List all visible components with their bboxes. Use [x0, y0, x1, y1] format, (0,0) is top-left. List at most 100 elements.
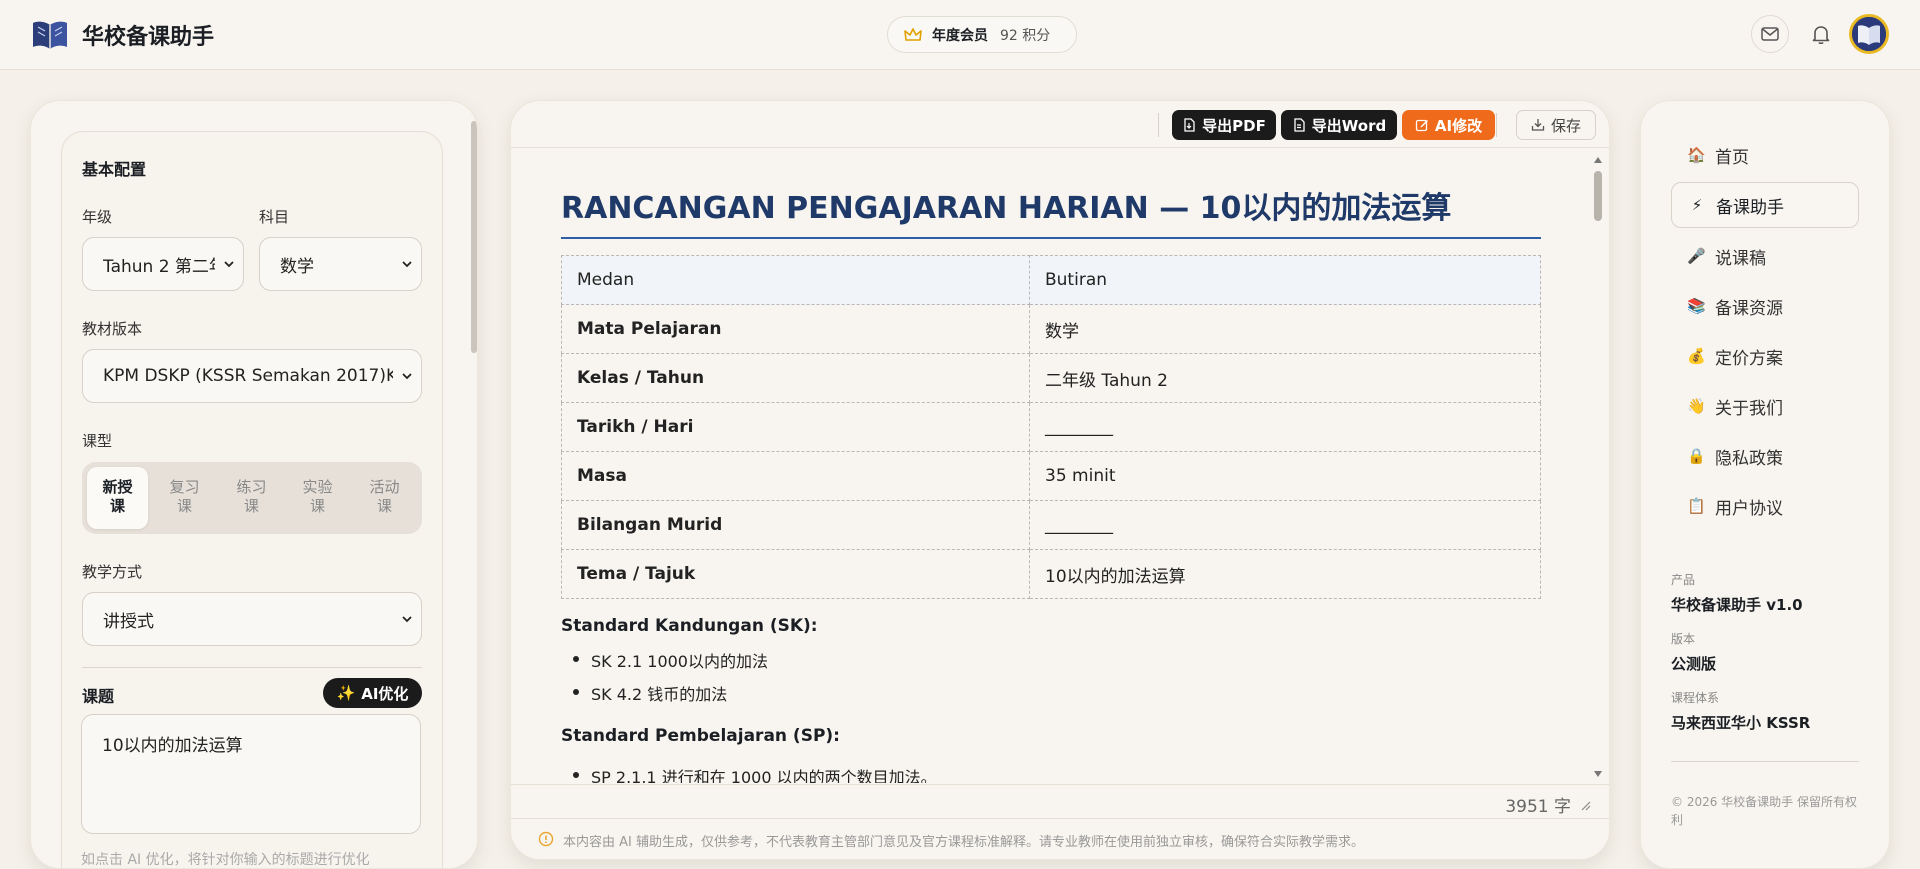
bell-icon[interactable]	[1809, 22, 1833, 46]
subject-label: 科目	[259, 208, 290, 226]
ai-optimize-button[interactable]: ✨ AI优化	[323, 678, 422, 708]
ai-optimize-label: AI优化	[361, 684, 409, 703]
document-title: RANCANGAN PENGAJARAN HARIAN — 10以内的加法运算	[561, 183, 1541, 239]
textbook-select-value: KPM DSKP (KSSR Semakan 2017)KPM DSKP	[103, 366, 393, 386]
nav-item-label: 说课稿	[1715, 248, 1766, 269]
chevron-down-icon	[224, 261, 234, 268]
export-word-label: 导出Word	[1311, 116, 1387, 135]
export-word-button[interactable]: 导出Word	[1281, 110, 1397, 140]
nav-item-lecture-script[interactable]: 🎤 说课稿	[1671, 233, 1859, 279]
save-label: 保存	[1550, 116, 1581, 135]
lesson-type-practice-line2: 课	[243, 497, 259, 515]
file-pdf-icon	[1184, 118, 1195, 132]
ai-edit-button[interactable]: AI修改	[1402, 110, 1495, 140]
nav-item-terms[interactable]: 📋 用户协议	[1671, 483, 1859, 529]
sp-item: SP 2.1.1 进行和在 1000 以内的两个数目加法。	[573, 764, 937, 783]
subject-select-value: 数学	[280, 256, 314, 277]
nav-item-label: 定价方案	[1715, 348, 1783, 369]
sparkle-icon: ✨	[336, 684, 356, 702]
nav-panel: 🏠 首页 ⚡ 备课助手 🎤 说课稿 📚 备课资源 💰 定价方案 👋 关于我们 🔒…	[1640, 100, 1890, 869]
nav-item-pricing[interactable]: 💰 定价方案	[1671, 333, 1859, 379]
brand[interactable]: 华校备课助手	[30, 15, 214, 55]
lesson-type-new[interactable]: 新授 课	[87, 467, 148, 529]
chevron-down-icon	[402, 261, 412, 268]
save-button[interactable]: 保存	[1516, 110, 1596, 140]
resize-grip-icon[interactable]	[1579, 799, 1591, 811]
table-row: Tema / Tajuk 10以内的加法运算	[561, 549, 1541, 599]
nav-item-label: 首页	[1715, 147, 1749, 168]
document-scrollbar[interactable]	[1591, 151, 1605, 781]
teaching-method-value: 讲授式	[103, 611, 154, 632]
nav-item-label: 备课助手	[1716, 197, 1784, 218]
scroll-thumb[interactable]	[1594, 171, 1602, 221]
nav-item-label: 备课资源	[1715, 298, 1783, 319]
lesson-type-review[interactable]: 复习 课	[154, 467, 215, 529]
textbook-select[interactable]: KPM DSKP (KSSR Semakan 2017)KPM DSKP	[82, 349, 422, 403]
divider	[82, 667, 422, 668]
version-label: 版本	[1671, 632, 1696, 646]
toolbar-separator	[1158, 113, 1159, 137]
nav-item-about[interactable]: 👋 关于我们	[1671, 383, 1859, 429]
chevron-down-icon	[402, 373, 412, 380]
toolbar-separator	[1496, 113, 1497, 137]
points-count: 92 积分	[1000, 27, 1051, 44]
scroll-up-icon[interactable]	[1593, 155, 1603, 165]
version-value: 公测版	[1671, 655, 1717, 673]
lesson-type-experiment-line2: 课	[309, 497, 325, 515]
grade-select[interactable]: Tahun 2 第二年级	[82, 237, 244, 291]
lock-icon: 🔒	[1687, 447, 1706, 465]
nav-item-lesson-assistant[interactable]: ⚡ 备课助手	[1671, 182, 1859, 228]
table-row: Tarikh / Hari ________	[561, 402, 1541, 452]
table-row: Masa 35 minit	[561, 451, 1541, 501]
teaching-method-select[interactable]: 讲授式	[82, 592, 422, 646]
book-logo-icon	[33, 21, 67, 49]
scroll-down-icon[interactable]	[1593, 769, 1603, 779]
nav-item-home[interactable]: 🏠 首页	[1671, 132, 1859, 178]
table-header-cell: Butiran	[1029, 255, 1541, 305]
lightning-icon: ⚡	[1691, 196, 1703, 214]
lesson-type-practice[interactable]: 练习 课	[221, 467, 282, 529]
textbook-label: 教材版本	[82, 320, 143, 338]
nav-item-label: 关于我们	[1715, 398, 1783, 419]
mail-button[interactable]	[1751, 15, 1789, 53]
nav-item-privacy[interactable]: 🔒 隐私政策	[1671, 433, 1859, 479]
document-body[interactable]: RANCANGAN PENGAJARAN HARIAN — 10以内的加法运算 …	[561, 148, 1561, 783]
nav-item-resources[interactable]: 📚 备课资源	[1671, 283, 1859, 329]
user-avatar[interactable]	[1849, 14, 1889, 54]
lesson-type-segmented: 新授 课 复习 课 练习 课 实验 课 活动 课	[82, 462, 422, 534]
lesson-type-experiment[interactable]: 实验 课	[287, 467, 348, 529]
sk-item: SK 2.1 1000以内的加法	[573, 648, 768, 672]
sk-item: SK 4.2 钱币的加法	[572, 681, 727, 705]
lesson-type-practice-line1: 练习	[236, 478, 267, 496]
ai-edit-label: AI修改	[1434, 116, 1483, 135]
membership-pill[interactable]: 年度会员 92 积分	[887, 16, 1077, 53]
table-cell-key: Masa	[561, 451, 1030, 501]
ai-disclaimer: 本内容由 AI 辅助生成，仅供参考，不代表教育主管部门意见及官方课程标准解释。请…	[511, 818, 1609, 859]
teaching-method-label: 教学方式	[82, 563, 143, 581]
topic-textarea[interactable]: 10以内的加法运算	[81, 714, 421, 834]
info-icon	[538, 831, 554, 847]
export-pdf-button[interactable]: 导出PDF	[1172, 110, 1276, 140]
microphone-icon: 🎤	[1687, 247, 1706, 265]
editor-panel: 导出PDF 导出Word AI修改 保存 RANCANGAN PENGAJARA…	[510, 100, 1610, 860]
table-cell-key: Tema / Tajuk	[561, 549, 1030, 599]
config-scrollbar[interactable]	[471, 121, 477, 353]
download-icon	[1531, 119, 1545, 131]
books-icon: 📚	[1687, 297, 1706, 315]
topic-hint: 如点击 AI 优化，将针对你输入的标题进行优化	[81, 852, 370, 868]
table-cell-value: 10以内的加法运算	[1029, 549, 1541, 599]
membership-tier: 年度会员	[932, 27, 988, 44]
subject-select[interactable]: 数学	[259, 237, 422, 291]
table-cell-key: Mata Pelajaran	[561, 304, 1030, 354]
lesson-type-activity[interactable]: 活动 课	[354, 467, 415, 529]
table-cell-value: 35 minit	[1029, 451, 1541, 501]
lesson-type-new-line1: 新授	[102, 478, 133, 496]
curriculum-value: 马来西亚华小 KSSR	[1671, 714, 1811, 732]
curriculum-label: 课程体系	[1671, 691, 1720, 705]
sk-heading: Standard Kandungan (SK):	[561, 616, 818, 636]
mail-icon	[1761, 27, 1779, 41]
lesson-type-label: 课型	[82, 432, 113, 450]
table-cell-key: Kelas / Tahun	[561, 353, 1030, 403]
table-header-cell: Medan	[561, 255, 1030, 305]
table-row: Bilangan Murid ________	[561, 500, 1541, 550]
